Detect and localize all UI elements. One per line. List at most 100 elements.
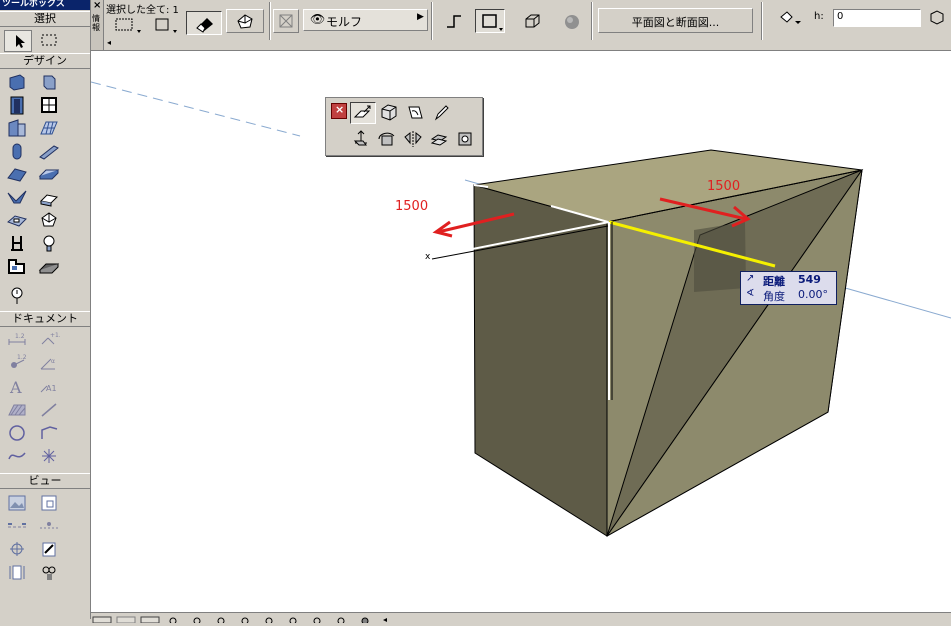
level-dimension-icon[interactable]: +1.2 <box>38 330 60 350</box>
solid-mode-button[interactable] <box>475 9 505 33</box>
h-value-field[interactable]: 0 <box>833 9 921 27</box>
close-icon[interactable]: × <box>93 0 101 11</box>
curtain-wall-icon[interactable] <box>6 118 28 138</box>
section-icon[interactable] <box>6 516 28 536</box>
slab-icon[interactable] <box>38 164 60 184</box>
mesh-icon[interactable] <box>38 118 60 138</box>
geometry-dropdown-value: モルフ <box>326 15 363 29</box>
edge-button[interactable] <box>443 11 465 31</box>
element-id-button[interactable] <box>151 16 181 34</box>
door-icon[interactable] <box>6 95 28 115</box>
dimension-label-right: 1500 <box>707 179 741 194</box>
trim-button[interactable] <box>273 9 299 33</box>
fill-icon[interactable] <box>6 399 28 419</box>
distance-value[interactable]: 549 <box>798 273 821 286</box>
morph-3d-button[interactable] <box>226 9 264 33</box>
railing-icon[interactable] <box>38 256 60 276</box>
dimension-icon[interactable]: 1.2 <box>6 330 28 350</box>
line-icon[interactable] <box>38 399 60 419</box>
lamp-icon[interactable] <box>38 233 60 253</box>
label-icon[interactable]: A1 <box>38 376 60 396</box>
pet-palette: × <box>325 97 483 156</box>
navigation-buttons[interactable] <box>91 616 391 625</box>
reference-level-button[interactable] <box>777 8 807 26</box>
step-edge-icon <box>447 15 461 28</box>
info-box: × 情報 選択した全て: 1 👁 モルフ ▶ 平面図と断面図... h: 0 ◂ <box>91 0 951 51</box>
change-marker-icon[interactable] <box>38 539 60 559</box>
detail-icon[interactable] <box>6 539 28 559</box>
radial-dimension-icon[interactable]: 1.2 <box>6 353 28 373</box>
section-select: 選択 <box>0 11 90 27</box>
stair-icon[interactable] <box>38 187 60 207</box>
elevate-button[interactable] <box>428 129 450 149</box>
close-palette-button[interactable]: × <box>331 103 347 119</box>
arrow-tool-button[interactable] <box>4 30 32 52</box>
resize-button[interactable] <box>454 129 476 149</box>
hotspot-icon[interactable] <box>38 445 60 465</box>
h-label: h: <box>814 11 824 22</box>
window-icon[interactable] <box>38 95 60 115</box>
angle-icon: ∢ <box>746 288 755 299</box>
morph-icon[interactable] <box>38 210 60 230</box>
pencil-icon <box>434 105 449 121</box>
move-icon <box>353 130 367 146</box>
camera-icon[interactable] <box>38 562 60 582</box>
interior-elevation-icon[interactable] <box>6 562 28 582</box>
label-marker-icon[interactable] <box>6 285 28 305</box>
column-icon[interactable] <box>38 72 60 92</box>
object-icon[interactable] <box>6 233 28 253</box>
toolbox-title-bar[interactable]: ツールボックス <box>0 0 90 10</box>
marquee-tool-button[interactable] <box>38 30 60 50</box>
svg-text:1.2: 1.2 <box>15 333 25 340</box>
zone-icon[interactable] <box>6 256 28 276</box>
circle-icon[interactable] <box>6 422 28 442</box>
beam-icon[interactable] <box>38 141 60 161</box>
mirror-button[interactable] <box>402 129 424 149</box>
offset-button[interactable] <box>378 102 400 122</box>
skylight-icon[interactable] <box>6 210 28 230</box>
polyline-icon[interactable] <box>38 422 60 442</box>
close-icon: × <box>335 103 345 116</box>
spline-icon[interactable] <box>6 445 28 465</box>
3d-viewport[interactable]: x 1500 1500 <box>91 51 951 613</box>
column-round-icon[interactable] <box>6 141 28 161</box>
dimension-label-left: 1500 <box>395 199 429 214</box>
worksheet-icon[interactable] <box>38 493 60 513</box>
shell-icon[interactable] <box>6 187 28 207</box>
geometry-dropdown[interactable]: 👁 モルフ ▶ <box>303 9 428 31</box>
rotate-button[interactable] <box>376 129 398 149</box>
floor-plan-section-button[interactable]: 平面図と断面図... <box>598 8 753 33</box>
svg-text:α: α <box>51 358 55 365</box>
section-document: ドキュメント <box>0 311 90 327</box>
section-design: デザイン <box>0 53 90 69</box>
roof-icon[interactable] <box>6 164 28 184</box>
push-pull-button[interactable] <box>350 102 376 124</box>
svg-text:A: A <box>9 378 22 396</box>
pen-eraser-button[interactable] <box>186 11 222 35</box>
elevation-icon[interactable] <box>38 516 60 536</box>
surface-button[interactable] <box>521 11 543 31</box>
wall-icon[interactable] <box>6 72 28 92</box>
curve-edge-button[interactable] <box>404 102 426 122</box>
help-button[interactable] <box>927 8 947 26</box>
eraser-icon <box>196 18 213 33</box>
scroll-left-icon[interactable]: ◂ <box>107 38 111 47</box>
layer-icon <box>115 18 141 33</box>
separator <box>269 2 271 40</box>
3d-scene[interactable] <box>91 51 951 613</box>
move-button[interactable] <box>350 129 372 149</box>
box-left-face[interactable] <box>473 184 608 537</box>
texture-button[interactable] <box>561 11 583 31</box>
info-box-handle[interactable]: × 情報 <box>91 0 104 50</box>
text-icon[interactable]: A <box>6 376 28 396</box>
svg-text:1.2: 1.2 <box>17 354 27 361</box>
figure-icon[interactable] <box>6 493 28 513</box>
rotate-icon <box>378 132 395 146</box>
resize-icon <box>458 132 472 146</box>
tracker-box: ↗ 距離 549 ∢ 角度 0.00° <box>740 271 837 305</box>
angle-value[interactable]: 0.00° <box>798 288 828 301</box>
layer-selector-button[interactable] <box>113 16 143 34</box>
angle-dimension-icon[interactable]: α <box>38 353 60 373</box>
pencil-button[interactable] <box>430 102 452 122</box>
selection-count-text: 選択した全て: 1 <box>106 5 179 16</box>
